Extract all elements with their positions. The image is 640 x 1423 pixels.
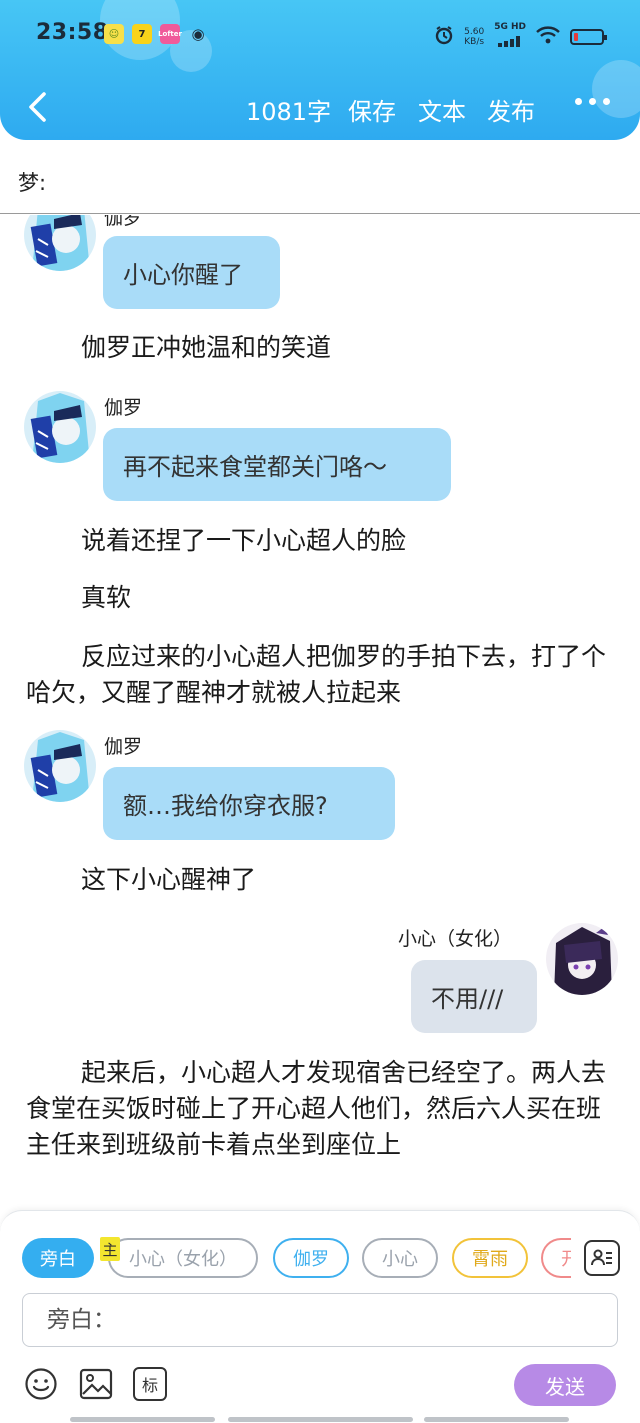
speaker-name: 小心（女化） (398, 928, 513, 950)
message-bubble[interactable]: 小心你醒了 (103, 236, 280, 309)
image-button[interactable] (79, 1367, 113, 1401)
app-notification-icon: Lofter (158, 24, 182, 44)
net-speed-unit: KB/s (464, 36, 485, 47)
emoji-button[interactable] (24, 1367, 58, 1401)
signal-group: 5G HD (494, 22, 526, 51)
avatar-jialuo[interactable] (24, 730, 96, 802)
battery-icon (570, 28, 607, 45)
avatar-jialuo[interactable] (24, 215, 96, 271)
scroll-indicator (228, 1417, 413, 1422)
avatar-xiaoxin[interactable] (546, 923, 618, 995)
compose-panel: 旁白 小心（女化） 主 伽罗 小心 霄雨 开 标 发送 (0, 1210, 640, 1423)
alarm-icon (434, 25, 454, 49)
narration-text: 真软 (81, 583, 132, 612)
image-icon (79, 1368, 113, 1400)
main-role-badge: 主 (100, 1237, 120, 1261)
narration-text: 这下小心醒神了 (81, 865, 257, 894)
app-notification-icon: 7 (132, 24, 152, 44)
scroll-indicator (70, 1417, 215, 1422)
net-speed-value: 5.60 (464, 26, 485, 37)
back-button[interactable] (22, 90, 52, 124)
status-bar: 23:58 ☺ 7 Lofter ◉ 5.60 KB/s 5G HD (0, 0, 640, 70)
speaker-name: 伽罗 (104, 397, 143, 419)
signal-icon (498, 32, 522, 51)
app-notification-icon: ☺ (104, 24, 124, 44)
status-time: 23:58 (36, 20, 109, 45)
role-chip-xiaoxin-female[interactable]: 小心（女化） (108, 1238, 258, 1278)
role-chip-narrator[interactable]: 旁白 (22, 1238, 94, 1278)
net-speed: 5.60 KB/s (464, 27, 484, 47)
role-chip-xiaoxin[interactable]: 小心 (362, 1238, 438, 1278)
battery-level (574, 32, 578, 41)
dream-label: 梦: (18, 171, 47, 195)
notification-icons: ☺ 7 Lofter ◉ (104, 24, 208, 44)
send-button[interactable]: 发送 (514, 1364, 616, 1406)
more-button[interactable] (575, 98, 610, 105)
speaker-name: 伽罗 (104, 736, 143, 758)
role-list-button[interactable] (584, 1240, 620, 1276)
message-input[interactable] (23, 1294, 617, 1346)
narration-text: 反应过来的小心超人把伽罗的手拍下去，打了个哈欠，又醒了醒神才就被人拉起来 (26, 642, 607, 707)
emoji-icon (25, 1368, 57, 1400)
app-header: 23:58 ☺ 7 Lofter ◉ 5.60 KB/s 5G HD 1081字… (0, 0, 640, 140)
status-right: 5.60 KB/s 5G HD (434, 22, 607, 51)
save-button[interactable]: 保存 (348, 92, 396, 127)
app-notification-icon: ◉ (191, 25, 205, 43)
role-chip-kaixin-partial[interactable]: 开 (541, 1238, 571, 1278)
scroll-indicator (424, 1417, 569, 1422)
narration-text: 说着还捏了一下小心超人的脸 (81, 526, 407, 555)
message-bubble[interactable]: 不用/// (411, 960, 537, 1033)
more-dots-icon (575, 98, 582, 105)
chat-content[interactable]: 伽罗 小心你醒了 伽罗正冲她温和的笑道 伽罗 再不起来食堂都关门咯～ 说着还捏了… (0, 215, 640, 1210)
mark-button[interactable]: 标 (133, 1367, 167, 1401)
message-bubble[interactable]: 再不起来食堂都关门咯～ (103, 428, 451, 501)
back-arrow-icon (29, 92, 46, 122)
message-input-box[interactable] (22, 1293, 618, 1347)
word-count: 1081字 (246, 98, 332, 126)
speaker-name: 伽罗 (104, 215, 143, 229)
publish-button[interactable]: 发布 (487, 92, 535, 127)
wifi-icon (536, 25, 560, 48)
narration-text: 起来后，小心超人才发现宿舍已经空了。两人去食堂在买饭时碰上了开心超人他们，然后六… (26, 1058, 607, 1159)
narration-text: 伽罗正冲她温和的笑道 (81, 333, 332, 362)
contacts-icon (591, 1249, 612, 1266)
role-chip-jialuo[interactable]: 伽罗 (273, 1238, 349, 1278)
avatar-jialuo[interactable] (24, 391, 96, 463)
message-bubble[interactable]: 额…我给你穿衣服? (103, 767, 395, 840)
editor-toolbar: 1081字 保存 文本 发布 (0, 78, 640, 134)
network-type: 5G HD (494, 22, 526, 32)
text-button[interactable]: 文本 (418, 92, 466, 127)
dream-field[interactable]: 梦: (0, 150, 640, 214)
role-chip-xiaoyu[interactable]: 霄雨 (452, 1238, 528, 1278)
